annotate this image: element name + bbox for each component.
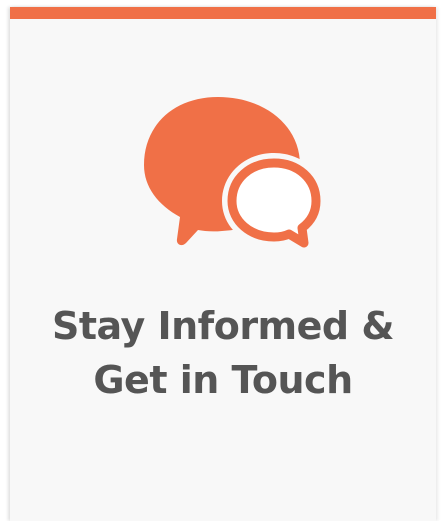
card-accent-bar — [10, 7, 436, 19]
card-title-line-2: Get in Touch — [93, 358, 353, 402]
card-title: Stay Informed & Get in Touch — [10, 299, 436, 407]
chat-bubbles-icon — [144, 97, 326, 258]
page: Stay Informed & Get in Touch — [0, 0, 444, 521]
card-title-line-1: Stay Informed & — [51, 304, 395, 348]
contact-card[interactable]: Stay Informed & Get in Touch — [10, 7, 436, 521]
small-speech-bubble — [227, 158, 321, 248]
